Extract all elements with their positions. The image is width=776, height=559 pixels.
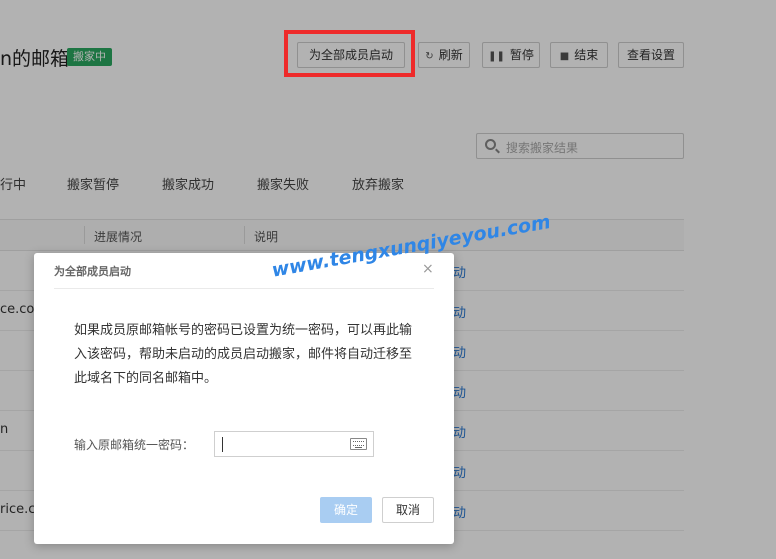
password-label: 输入原邮箱统一密码：: [74, 438, 195, 452]
close-icon[interactable]: ×: [422, 261, 434, 277]
dialog-divider: [54, 288, 434, 289]
confirm-button[interactable]: 确定: [320, 497, 372, 523]
start-all-dialog: 为全部成员启动 × 如果成员原邮箱帐号的密码已设置为统一密码，可以再此输入该密码…: [34, 253, 454, 544]
keyboard-icon[interactable]: [350, 438, 367, 450]
dialog-title: 为全部成员启动: [54, 265, 131, 278]
dialog-message: 如果成员原邮箱帐号的密码已设置为统一密码，可以再此输入该密码，帮助未启动的成员启…: [74, 323, 413, 386]
password-field[interactable]: [214, 431, 374, 457]
text-caret: [222, 437, 223, 452]
cancel-button[interactable]: 取消: [382, 497, 434, 523]
